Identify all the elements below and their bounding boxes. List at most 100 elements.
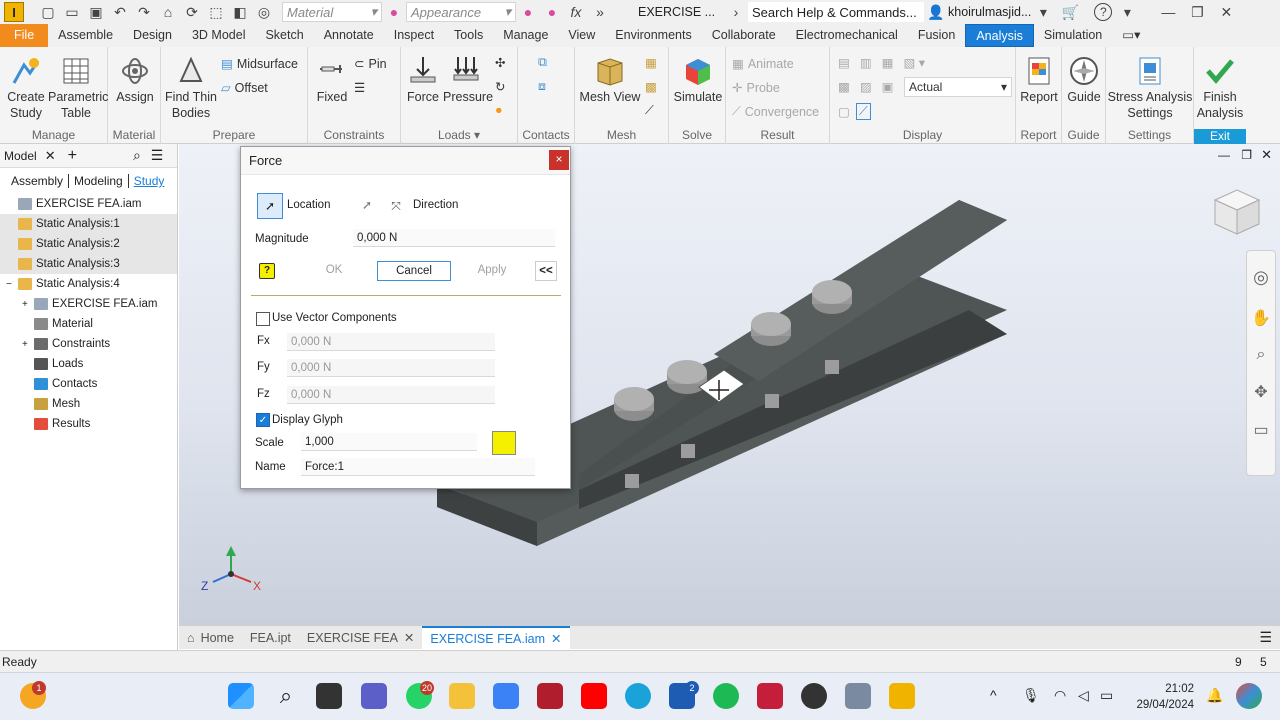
tree-item[interactable]: Static Analysis:3 <box>0 254 177 274</box>
adjust-icon[interactable]: ● <box>543 4 561 20</box>
show-mesh-icon[interactable]: ▩ <box>838 79 850 94</box>
dialog-close-button[interactable]: × <box>549 150 569 170</box>
home-tab[interactable]: ⌂ Home <box>179 626 242 650</box>
magnitude-input[interactable]: 0,000 N <box>353 229 555 247</box>
open-folder-icon[interactable]: ▭ <box>63 4 81 20</box>
tree-item[interactable]: − Static Analysis:4 <box>0 274 177 294</box>
cart-icon[interactable]: 🛒 <box>1061 4 1079 20</box>
gravity-button[interactable]: ● <box>495 103 503 117</box>
fz-input[interactable]: 0,000 N <box>287 386 495 404</box>
update-icon[interactable]: ⟳ <box>183 4 201 20</box>
app-logo[interactable]: I <box>4 2 24 22</box>
menu-tab-electromechanical[interactable]: Electromechanical <box>786 24 908 47</box>
tree-item[interactable]: Mesh <box>0 394 177 414</box>
menu-tab-view[interactable]: View <box>558 24 605 47</box>
location-select-button[interactable]: ➚ <box>257 193 283 219</box>
probe-label-icon[interactable]: ▣ <box>882 79 894 94</box>
expander-icon[interactable]: + <box>22 339 34 350</box>
menu-icon[interactable]: ☰ <box>151 147 164 164</box>
start-icon[interactable] <box>228 683 254 709</box>
report-button[interactable]: Report <box>1019 55 1059 105</box>
view-cube[interactable] <box>1213 189 1261 235</box>
menu-tab-3d-model[interactable]: 3D Model <box>182 24 256 47</box>
direction-select-button[interactable]: ➚ <box>355 193 379 219</box>
group-title-loads[interactable]: Loads ▾ <box>401 128 517 142</box>
chevron-up-icon[interactable]: ^ <box>990 687 997 703</box>
redo-icon[interactable]: ↷ <box>135 4 153 20</box>
display-glyph-checkbox[interactable]: ✓ <box>256 413 270 427</box>
minimize-icon[interactable]: — <box>1159 4 1177 20</box>
menu-tab-collaborate[interactable]: Collaborate <box>702 24 786 47</box>
maximize-icon[interactable]: ❐ <box>1188 4 1206 20</box>
task-view-icon[interactable] <box>316 683 342 709</box>
youtube-icon[interactable] <box>581 683 607 709</box>
zoom-icon[interactable]: ⌕ <box>1247 346 1275 364</box>
pan-icon[interactable]: ✋ <box>1247 308 1275 328</box>
convergence-settings-button[interactable]: ⟋ <box>645 103 654 118</box>
local-mesh-button[interactable]: ▩ <box>645 79 657 94</box>
ok-button[interactable]: OK <box>305 261 363 281</box>
close-icon[interactable]: ✕ <box>1217 4 1235 20</box>
offset-button[interactable]: ▱ Offset <box>221 80 268 96</box>
select-icon[interactable]: ⬚ <box>207 4 225 20</box>
tabs-menu-icon[interactable]: ☰ <box>1259 629 1272 646</box>
tree-item[interactable]: + Constraints <box>0 334 177 354</box>
menu-tab-assemble[interactable]: Assemble <box>48 24 123 47</box>
inventor-icon[interactable] <box>889 683 915 709</box>
pin-constraint-button[interactable]: ⊂ Pin <box>354 56 387 72</box>
glyph-color-swatch[interactable] <box>492 431 516 455</box>
notification-icon[interactable]: 🔔 <box>1206 687 1223 704</box>
wifi-icon[interactable]: ◠ <box>1054 687 1066 704</box>
use-vector-checkbox[interactable] <box>256 312 270 326</box>
name-input[interactable]: Force:1 <box>301 458 535 476</box>
mesh-view-button[interactable]: Mesh View <box>579 55 641 105</box>
home-icon[interactable]: ⌂ <box>159 4 177 20</box>
orbit-icon[interactable]: ✥ <box>1247 382 1275 402</box>
menu-tab-analysis[interactable]: Analysis <box>965 24 1034 47</box>
store-icon[interactable] <box>493 683 519 709</box>
mcafee-icon[interactable] <box>537 683 563 709</box>
tree-item[interactable]: Results <box>0 414 177 434</box>
find-thin-bodies-button[interactable]: Find Thin Bodies <box>163 55 219 121</box>
save-icon[interactable]: ▣ <box>87 4 105 20</box>
scale-input[interactable]: 1,000 <box>301 433 477 451</box>
measure-icon[interactable]: ◧ <box>231 4 249 20</box>
tree-item[interactable]: Material <box>0 314 177 334</box>
browser-tab-study[interactable]: Study <box>127 174 170 188</box>
stress-analysis-settings-button[interactable]: Stress Analysis Settings <box>1106 55 1194 121</box>
ribbon-toggle-icon[interactable]: ▭▾ <box>1112 24 1150 47</box>
dialog-title-bar[interactable]: Force <box>241 147 570 175</box>
browser-tab-modeling[interactable]: Modeling <box>68 174 128 188</box>
fx-icon[interactable]: fx <box>567 4 585 20</box>
minimize-view-icon[interactable]: — <box>1218 148 1230 162</box>
restore-view-icon[interactable]: ❐ <box>1241 148 1252 162</box>
close-icon[interactable]: ✕ <box>404 626 414 650</box>
color-bar-icon[interactable]: ▥ <box>860 55 872 70</box>
tree-item[interactable]: Static Analysis:2 <box>0 234 177 254</box>
assign-material-button[interactable]: Assign <box>112 55 158 105</box>
menu-tab-design[interactable]: Design <box>123 24 182 47</box>
deformation-scale-combo[interactable]: Actual ▾ <box>904 77 1012 97</box>
close-icon[interactable]: ✕ <box>551 627 561 651</box>
menu-tab-file[interactable]: File <box>0 24 49 47</box>
menu-tab-environments[interactable]: Environments <box>605 24 701 47</box>
deformation-icon[interactable]: ▢ <box>838 104 850 119</box>
search-commands-input[interactable]: Search Help & Commands... <box>748 2 924 22</box>
expander-icon[interactable]: + <box>22 299 34 310</box>
snipping-tool-icon[interactable] <box>845 683 871 709</box>
clock[interactable]: 21:02 29/04/2024 <box>1134 681 1194 713</box>
shading-icon[interactable]: ▤ <box>838 55 850 70</box>
undo-icon[interactable]: ↶ <box>111 4 129 20</box>
parametric-table-button[interactable]: Parametric Table <box>48 55 108 121</box>
close-view-icon[interactable]: ✕ <box>1261 147 1272 163</box>
fy-input[interactable]: 0,000 N <box>287 359 495 377</box>
search-icon[interactable]: ⌕ <box>273 683 299 709</box>
color-icon[interactable]: ◎ <box>255 4 273 20</box>
boundary-icon[interactable]: ▦ <box>882 55 894 70</box>
user-icon[interactable]: 👤 <box>927 4 945 20</box>
user-name[interactable]: khoirulmasjid... <box>948 5 1031 19</box>
browser-title[interactable]: Model <box>4 149 37 163</box>
search-icon[interactable]: ⌕ <box>133 147 141 164</box>
apply-button[interactable]: Apply <box>455 261 529 281</box>
chevron-right-icon[interactable]: › <box>727 4 745 20</box>
